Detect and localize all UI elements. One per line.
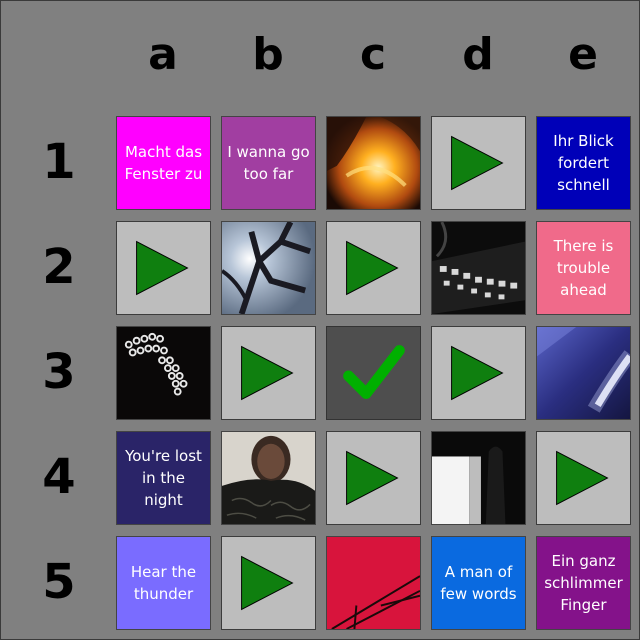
play-icon [346, 240, 399, 296]
beaded-hand-cover-icon [117, 327, 210, 419]
column-header-a: a [148, 29, 178, 80]
row-header-4: 4 [42, 449, 76, 505]
studded-glove-cover-icon [432, 222, 525, 314]
tile-e2-label: There is trouble ahead [553, 237, 614, 299]
tile-e1-label: Ihr Blick fordert schnell [553, 132, 614, 194]
row-header-1: 1 [42, 134, 76, 190]
tile-d4[interactable] [431, 431, 526, 525]
tile-a5-label: Hear the thunder [130, 563, 197, 603]
tile-a2[interactable] [116, 221, 211, 315]
tile-c4[interactable] [326, 431, 421, 525]
play-icon [451, 135, 504, 191]
tile-e2[interactable]: There is trouble ahead [536, 221, 631, 315]
row-header-5: 5 [42, 554, 76, 610]
tile-a3[interactable] [116, 326, 211, 420]
branches-sky-cover-icon [222, 222, 315, 314]
column-header-c: c [359, 29, 387, 80]
play-icon [556, 450, 609, 506]
play-icon [241, 555, 294, 611]
tile-d1[interactable] [431, 116, 526, 210]
orange-abstract-cover-icon [327, 117, 420, 209]
tile-d5-label: A man of few words [440, 563, 517, 603]
tile-b5[interactable] [221, 536, 316, 630]
tile-e5-label: Ein ganz schlimmer Finger [544, 552, 623, 614]
man-portrait-cover-icon [222, 432, 315, 524]
play-icon [451, 345, 504, 401]
blue-light-cover-icon [537, 327, 630, 419]
dark-figure-cover-icon [432, 432, 525, 524]
tile-e3[interactable] [536, 326, 631, 420]
checkmark-icon [343, 345, 405, 399]
tile-c3[interactable] [326, 326, 421, 420]
tile-a1-label: Macht das Fenster zu [124, 143, 203, 183]
tile-a1[interactable]: Macht das Fenster zu [116, 116, 211, 210]
tile-a5[interactable]: Hear the thunder [116, 536, 211, 630]
tile-c1[interactable] [326, 116, 421, 210]
tile-e5[interactable]: Ein ganz schlimmer Finger [536, 536, 631, 630]
column-header-d: d [462, 29, 494, 80]
tile-e4[interactable] [536, 431, 631, 525]
tile-d3[interactable] [431, 326, 526, 420]
tile-a4-label: You're lost in the night [125, 447, 202, 509]
play-icon [136, 240, 189, 296]
red-lines-cover-icon [327, 537, 420, 629]
tile-b1[interactable]: I wanna go too far [221, 116, 316, 210]
column-header-b: b [252, 29, 284, 80]
tile-b3[interactable] [221, 326, 316, 420]
column-header-e: e [568, 29, 598, 80]
tile-d2[interactable] [431, 221, 526, 315]
tile-e1[interactable]: Ihr Blick fordert schnell [536, 116, 631, 210]
tile-c5[interactable] [326, 536, 421, 630]
tile-b2[interactable] [221, 221, 316, 315]
tile-a4[interactable]: You're lost in the night [116, 431, 211, 525]
play-icon [241, 345, 294, 401]
play-icon [346, 450, 399, 506]
tile-c2[interactable] [326, 221, 421, 315]
tile-d5[interactable]: A man of few words [431, 536, 526, 630]
tile-b4[interactable] [221, 431, 316, 525]
tile-b1-label: I wanna go too far [227, 143, 310, 183]
row-header-2: 2 [42, 239, 76, 295]
bingo-board: a b c d e 1 2 3 4 5 Macht das Fenster zu… [0, 0, 640, 640]
row-header-3: 3 [42, 344, 76, 400]
